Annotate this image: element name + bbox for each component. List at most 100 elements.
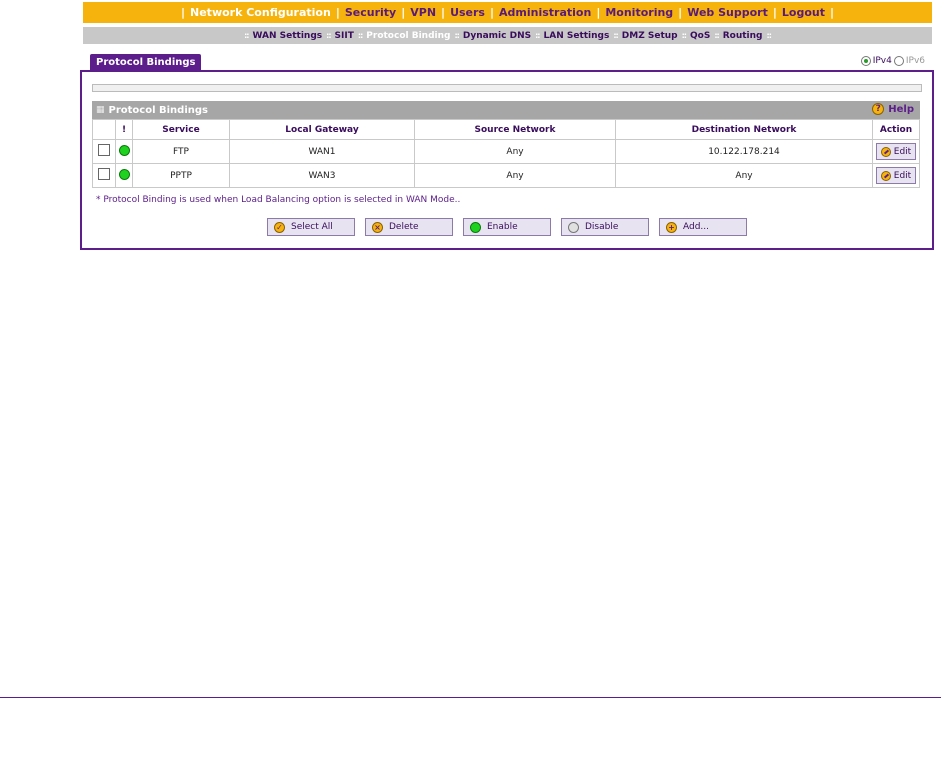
nav-separator: |	[441, 6, 446, 19]
subnav-separator: ::	[357, 31, 364, 40]
subnav-separator: ::	[714, 31, 720, 40]
enable-button[interactable]: Enable	[463, 218, 551, 236]
nav-separator: |	[678, 6, 683, 19]
edit-icon	[880, 146, 891, 157]
disable-icon	[568, 221, 579, 233]
subnav-dynamic-dns[interactable]: Dynamic DNS	[463, 31, 531, 41]
col-status: !	[115, 119, 133, 140]
protocol-bindings-section: ▦ Protocol Bindings ? Help ! Service Loc…	[92, 101, 920, 188]
grip-icon: ▦	[96, 105, 105, 115]
subnav-separator: ::	[613, 31, 619, 40]
cell-destination: 10.122.178.214	[615, 139, 873, 164]
select-all-label: Select All	[291, 222, 333, 232]
ip-version-selector: IPv4 IPv6	[860, 56, 925, 66]
status-bar	[92, 84, 922, 92]
cell-service: PPTP	[132, 163, 230, 188]
col-service: Service	[132, 119, 230, 140]
edit-label: Edit	[893, 146, 912, 157]
subnav-separator: ::	[454, 31, 460, 40]
main-nav-bar: | Network Configuration | Security | VPN…	[83, 2, 932, 23]
sub-nav-bar: :: WAN Settings :: SIIT :: Protocol Bind…	[83, 27, 932, 44]
status-enabled-icon	[118, 168, 130, 180]
status-enabled-icon	[118, 144, 130, 156]
col-destination-network: Destination Network	[615, 119, 873, 140]
edit-button[interactable]: Edit	[875, 167, 917, 184]
page-divider	[0, 697, 941, 698]
help-link[interactable]: ? Help	[872, 103, 914, 115]
nav-separator: |	[772, 6, 777, 19]
nav-security[interactable]: Security	[345, 6, 396, 19]
row-status-cell	[115, 139, 133, 164]
nav-separator: |	[489, 6, 495, 19]
help-label: Help	[888, 103, 914, 115]
enable-label: Enable	[487, 222, 518, 232]
add-button[interactable]: + Add...	[659, 218, 747, 236]
add-label: Add...	[683, 222, 710, 232]
col-source-network: Source Network	[414, 119, 616, 140]
nav-vpn[interactable]: VPN	[410, 6, 436, 19]
subnav-separator: ::	[681, 31, 688, 40]
content-panel: ▦ Protocol Bindings ? Help ! Service Loc…	[80, 70, 934, 250]
row-status-cell	[115, 163, 133, 188]
nav-monitoring[interactable]: Monitoring	[605, 6, 673, 19]
nav-separator: |	[829, 6, 835, 19]
nav-separator: |	[335, 6, 340, 19]
cell-source: Any	[414, 163, 616, 188]
cell-source: Any	[414, 139, 616, 164]
ipv4-label: IPv4	[872, 56, 892, 66]
cell-action: Edit	[872, 163, 920, 188]
cell-action: Edit	[872, 139, 920, 164]
ipv4-radio[interactable]	[860, 56, 871, 66]
nav-separator: |	[180, 6, 186, 19]
select-all-button[interactable]: ✓ Select All	[267, 218, 355, 236]
col-local-gateway: Local Gateway	[229, 119, 415, 140]
cell-gateway: WAN3	[229, 163, 415, 188]
table-row: FTP WAN1 Any 10.122.178.214 Edit	[92, 139, 920, 164]
enable-icon	[470, 221, 481, 233]
subnav-dmz-setup[interactable]: DMZ Setup	[622, 31, 678, 41]
check-icon: ✓	[274, 221, 285, 233]
subnav-separator: ::	[535, 31, 541, 40]
nav-users[interactable]: Users	[450, 6, 485, 19]
col-action: Action	[872, 119, 920, 140]
col-select	[92, 119, 116, 140]
subnav-separator: ::	[244, 31, 250, 40]
subnav-lan-settings[interactable]: LAN Settings	[544, 31, 610, 41]
nav-separator: |	[401, 6, 406, 19]
subnav-siit[interactable]: SIIT	[335, 31, 354, 41]
section-title: Protocol Bindings	[108, 104, 208, 116]
row-checkbox[interactable]	[98, 168, 110, 180]
ipv6-radio[interactable]	[893, 56, 904, 66]
edit-button[interactable]: Edit	[875, 143, 917, 160]
help-icon: ?	[872, 103, 885, 115]
cell-gateway: WAN1	[229, 139, 415, 164]
cell-service: FTP	[132, 139, 230, 164]
disable-label: Disable	[585, 222, 619, 232]
tab-protocol-bindings[interactable]: Protocol Bindings	[90, 54, 202, 71]
add-icon: +	[666, 221, 677, 233]
subnav-qos[interactable]: QoS	[690, 31, 710, 41]
action-buttons: ✓ Select All × Delete Enable Disable + A…	[267, 218, 747, 236]
table-row: PPTP WAN3 Any Any Edit	[92, 163, 920, 188]
cell-destination: Any	[615, 163, 873, 188]
edit-label: Edit	[893, 170, 912, 181]
delete-label: Delete	[389, 222, 419, 232]
nav-administration[interactable]: Administration	[499, 6, 591, 19]
subnav-routing[interactable]: Routing	[723, 31, 763, 41]
section-header: ▦ Protocol Bindings ? Help	[92, 101, 920, 119]
delete-button[interactable]: × Delete	[365, 218, 453, 236]
subnav-separator: ::	[766, 31, 773, 40]
bindings-table: ! Service Local Gateway Source Network D…	[92, 119, 920, 188]
edit-icon	[880, 170, 891, 181]
ipv6-label: IPv6	[905, 56, 925, 66]
table-header-row: ! Service Local Gateway Source Network D…	[92, 119, 920, 140]
row-checkbox[interactable]	[98, 144, 110, 156]
nav-web-support[interactable]: Web Support	[687, 6, 768, 19]
subnav-wan-settings[interactable]: WAN Settings	[253, 31, 323, 41]
nav-logout[interactable]: Logout	[782, 6, 825, 19]
load-balancing-note: * Protocol Binding is used when Load Bal…	[96, 195, 461, 205]
subnav-protocol-binding[interactable]: Protocol Binding	[366, 31, 450, 41]
nav-network-configuration[interactable]: Network Configuration	[190, 6, 331, 19]
row-checkbox-cell	[92, 163, 116, 188]
disable-button[interactable]: Disable	[561, 218, 649, 236]
